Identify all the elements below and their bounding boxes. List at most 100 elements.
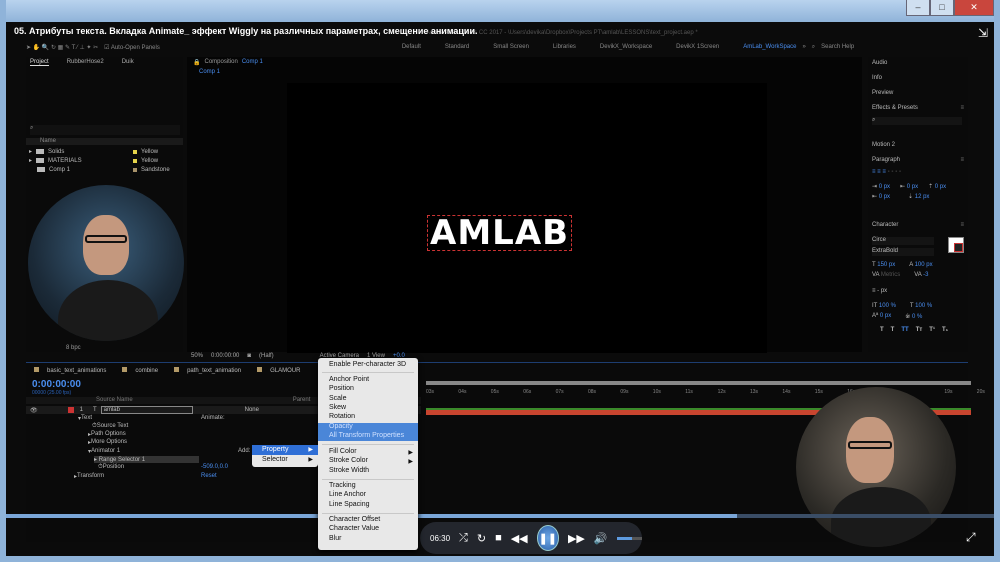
effects-search-input[interactable]: ⌕ — [872, 117, 962, 125]
tracking[interactable]: -3 — [923, 272, 928, 278]
project-item[interactable]: ▸ MATERIALS Yellow — [26, 156, 183, 165]
text-style-buttons[interactable]: T T TT Tт T¹ T₁ — [880, 327, 948, 333]
workspace-devikx[interactable]: DevikX_Workspace — [600, 44, 652, 50]
menu-item[interactable]: All Transform Properties — [318, 432, 418, 441]
align-buttons[interactable]: ≡ ≡ ≡ ▪ ▪ ▪ ▪ — [872, 169, 901, 175]
leading[interactable]: 100 px — [915, 262, 933, 268]
menu-item[interactable]: Scale — [329, 395, 347, 402]
project-item[interactable]: Comp 1 Sandstone — [26, 165, 183, 174]
font-family-select[interactable]: Circe — [872, 237, 934, 245]
workspace-small-screen[interactable]: Small Screen — [493, 44, 529, 50]
frame-rate: 00000 (25.00 fps) — [32, 390, 72, 396]
audio-panel[interactable]: Audio — [872, 60, 887, 66]
menu-item[interactable]: Stroke Color — [329, 457, 368, 464]
lock-icon[interactable]: 🔒 — [193, 59, 200, 66]
menu-item[interactable]: Skew — [329, 404, 346, 411]
fullscreen-icon[interactable]: ⤢ — [966, 530, 976, 545]
repeat-icon[interactable]: ↻ — [477, 532, 486, 545]
compact-view-icon[interactable]: ⇲ — [978, 26, 988, 40]
font-style-select[interactable]: ExtraBold — [872, 248, 934, 256]
resolution-select[interactable]: (Half) — [259, 353, 274, 359]
previous-icon[interactable]: ◀◀ — [511, 532, 528, 545]
menu-item[interactable]: Blur — [329, 535, 341, 542]
position-value[interactable]: -509.0,0.0 — [201, 464, 228, 470]
next-icon[interactable]: ▶▶ — [568, 532, 585, 545]
effects-presets-panel[interactable]: Effects & Presets — [872, 105, 918, 111]
comp-tab[interactable]: Comp 1 — [199, 69, 220, 75]
video-seek-bar[interactable] — [6, 514, 994, 518]
menu-item[interactable]: Rotation — [329, 413, 355, 420]
viewer-time[interactable]: 0:00:00:00 — [211, 353, 239, 359]
project-search-input[interactable]: ⌕ — [30, 125, 180, 135]
tab-duik[interactable]: Duik — [122, 59, 134, 66]
zoom-select[interactable]: 50% — [191, 353, 203, 359]
menu-item-selector[interactable]: Selector ▶ — [252, 455, 318, 465]
timeline-tab[interactable]: basic_text_animations — [34, 367, 106, 374]
stroke-width[interactable]: - px — [877, 288, 887, 294]
close-button[interactable]: ✕ — [954, 0, 994, 16]
window-frame-right — [994, 0, 1000, 562]
bpc-label[interactable]: 8 bpc — [66, 345, 81, 351]
shuffle-icon[interactable]: ⤮ — [459, 532, 468, 545]
add-button[interactable]: Add: — [238, 448, 250, 454]
layer-name-input[interactable]: amlab — [100, 406, 193, 414]
preview-panel[interactable]: Preview — [872, 90, 893, 96]
stop-icon[interactable]: ■ — [495, 532, 502, 544]
tab-rubberhose[interactable]: RubberHose2 — [67, 59, 104, 66]
menu-item[interactable]: Line Spacing — [329, 501, 369, 508]
work-area-bar[interactable] — [426, 381, 971, 385]
volume-icon[interactable]: 🔊 — [594, 532, 608, 545]
tab-project[interactable]: Project — [30, 59, 49, 66]
menu-item[interactable]: Fill Color — [329, 448, 357, 455]
fill-stroke-swatch[interactable] — [948, 237, 964, 253]
volume-slider[interactable] — [616, 536, 642, 540]
character-panel[interactable]: Character — [872, 222, 898, 228]
selection-tool-icon[interactable]: ➤ ✋ 🔍 ↻ ▦ ✎ T ⁄ ⊥ ✦ ✂ — [26, 44, 98, 51]
right-panels: Audio Info Preview Effects & Presets ≡ ⌕ … — [868, 57, 968, 352]
menu-item[interactable]: Stroke Width — [329, 467, 369, 474]
timeline-tab[interactable]: GLAMOUR — [257, 367, 300, 374]
workspace-amlab[interactable]: AmLab_WorkSpace — [743, 44, 796, 50]
viewer-controls: 50% 0:00:00:00 ◙ (Half) Active Camera 1 … — [187, 351, 862, 361]
menu-item[interactable]: Line Anchor — [329, 491, 366, 498]
project-item[interactable]: ▸ Solids Yellow — [26, 147, 183, 156]
menu-item[interactable]: Tracking — [329, 482, 356, 489]
composition-canvas[interactable]: AMLAB — [287, 83, 767, 353]
auto-open-panels-checkbox[interactable]: ☑ Auto-Open Panels — [104, 44, 160, 51]
menu-item-property[interactable]: Property ▶ — [252, 445, 318, 455]
reset-link[interactable]: Reset — [201, 473, 217, 479]
font-size[interactable]: 150 px — [877, 262, 895, 268]
text-layer[interactable]: AMLAB — [427, 215, 573, 251]
menu-item-opacity[interactable]: Opacity — [318, 423, 418, 432]
vertical-scale[interactable]: 100 % — [879, 303, 896, 309]
tsume[interactable]: 0 % — [912, 314, 922, 320]
horizontal-scale[interactable]: 100 % — [915, 303, 932, 309]
menu-item[interactable]: Anchor Point — [329, 376, 369, 383]
camera-icon[interactable]: ◙ — [247, 353, 251, 359]
minimize-button[interactable]: – — [906, 0, 930, 16]
workspace-devikx-1screen[interactable]: DevikX 1Screen — [676, 44, 719, 50]
parent-select[interactable]: None — [245, 407, 259, 413]
animate-button[interactable]: Animate: — [201, 415, 225, 421]
baseline-shift[interactable]: 0 px — [880, 313, 891, 319]
pause-button[interactable]: ❚❚ — [536, 525, 559, 551]
menu-item[interactable]: Enable Per-character 3D — [329, 361, 406, 368]
workspace-standard[interactable]: Standard — [445, 44, 469, 50]
name-column-header[interactable]: Name — [26, 138, 183, 145]
search-help[interactable]: Search Help — [821, 44, 854, 50]
workspace-libraries[interactable]: Libraries — [553, 44, 576, 50]
kerning[interactable]: Metrics — [881, 272, 900, 278]
menu-item[interactable]: Character Offset — [329, 516, 380, 523]
maximize-button[interactable]: □ — [930, 0, 954, 16]
info-panel[interactable]: Info — [872, 75, 882, 81]
timeline-tab[interactable]: path_text_animation — [174, 367, 241, 374]
menu-item[interactable]: Position — [329, 385, 354, 392]
motion-panel[interactable]: Motion 2 — [872, 142, 895, 148]
more-workspaces-icon[interactable]: » — [802, 44, 805, 50]
menu-item[interactable]: Character Value — [329, 525, 379, 532]
workspace-default[interactable]: Default — [402, 44, 421, 50]
timeline-tab[interactable]: combine — [122, 367, 158, 374]
current-time[interactable]: 0:00:00:00 — [32, 379, 81, 390]
paragraph-panel[interactable]: Paragraph — [872, 157, 900, 163]
comp-name[interactable]: Comp 1 — [242, 59, 263, 65]
